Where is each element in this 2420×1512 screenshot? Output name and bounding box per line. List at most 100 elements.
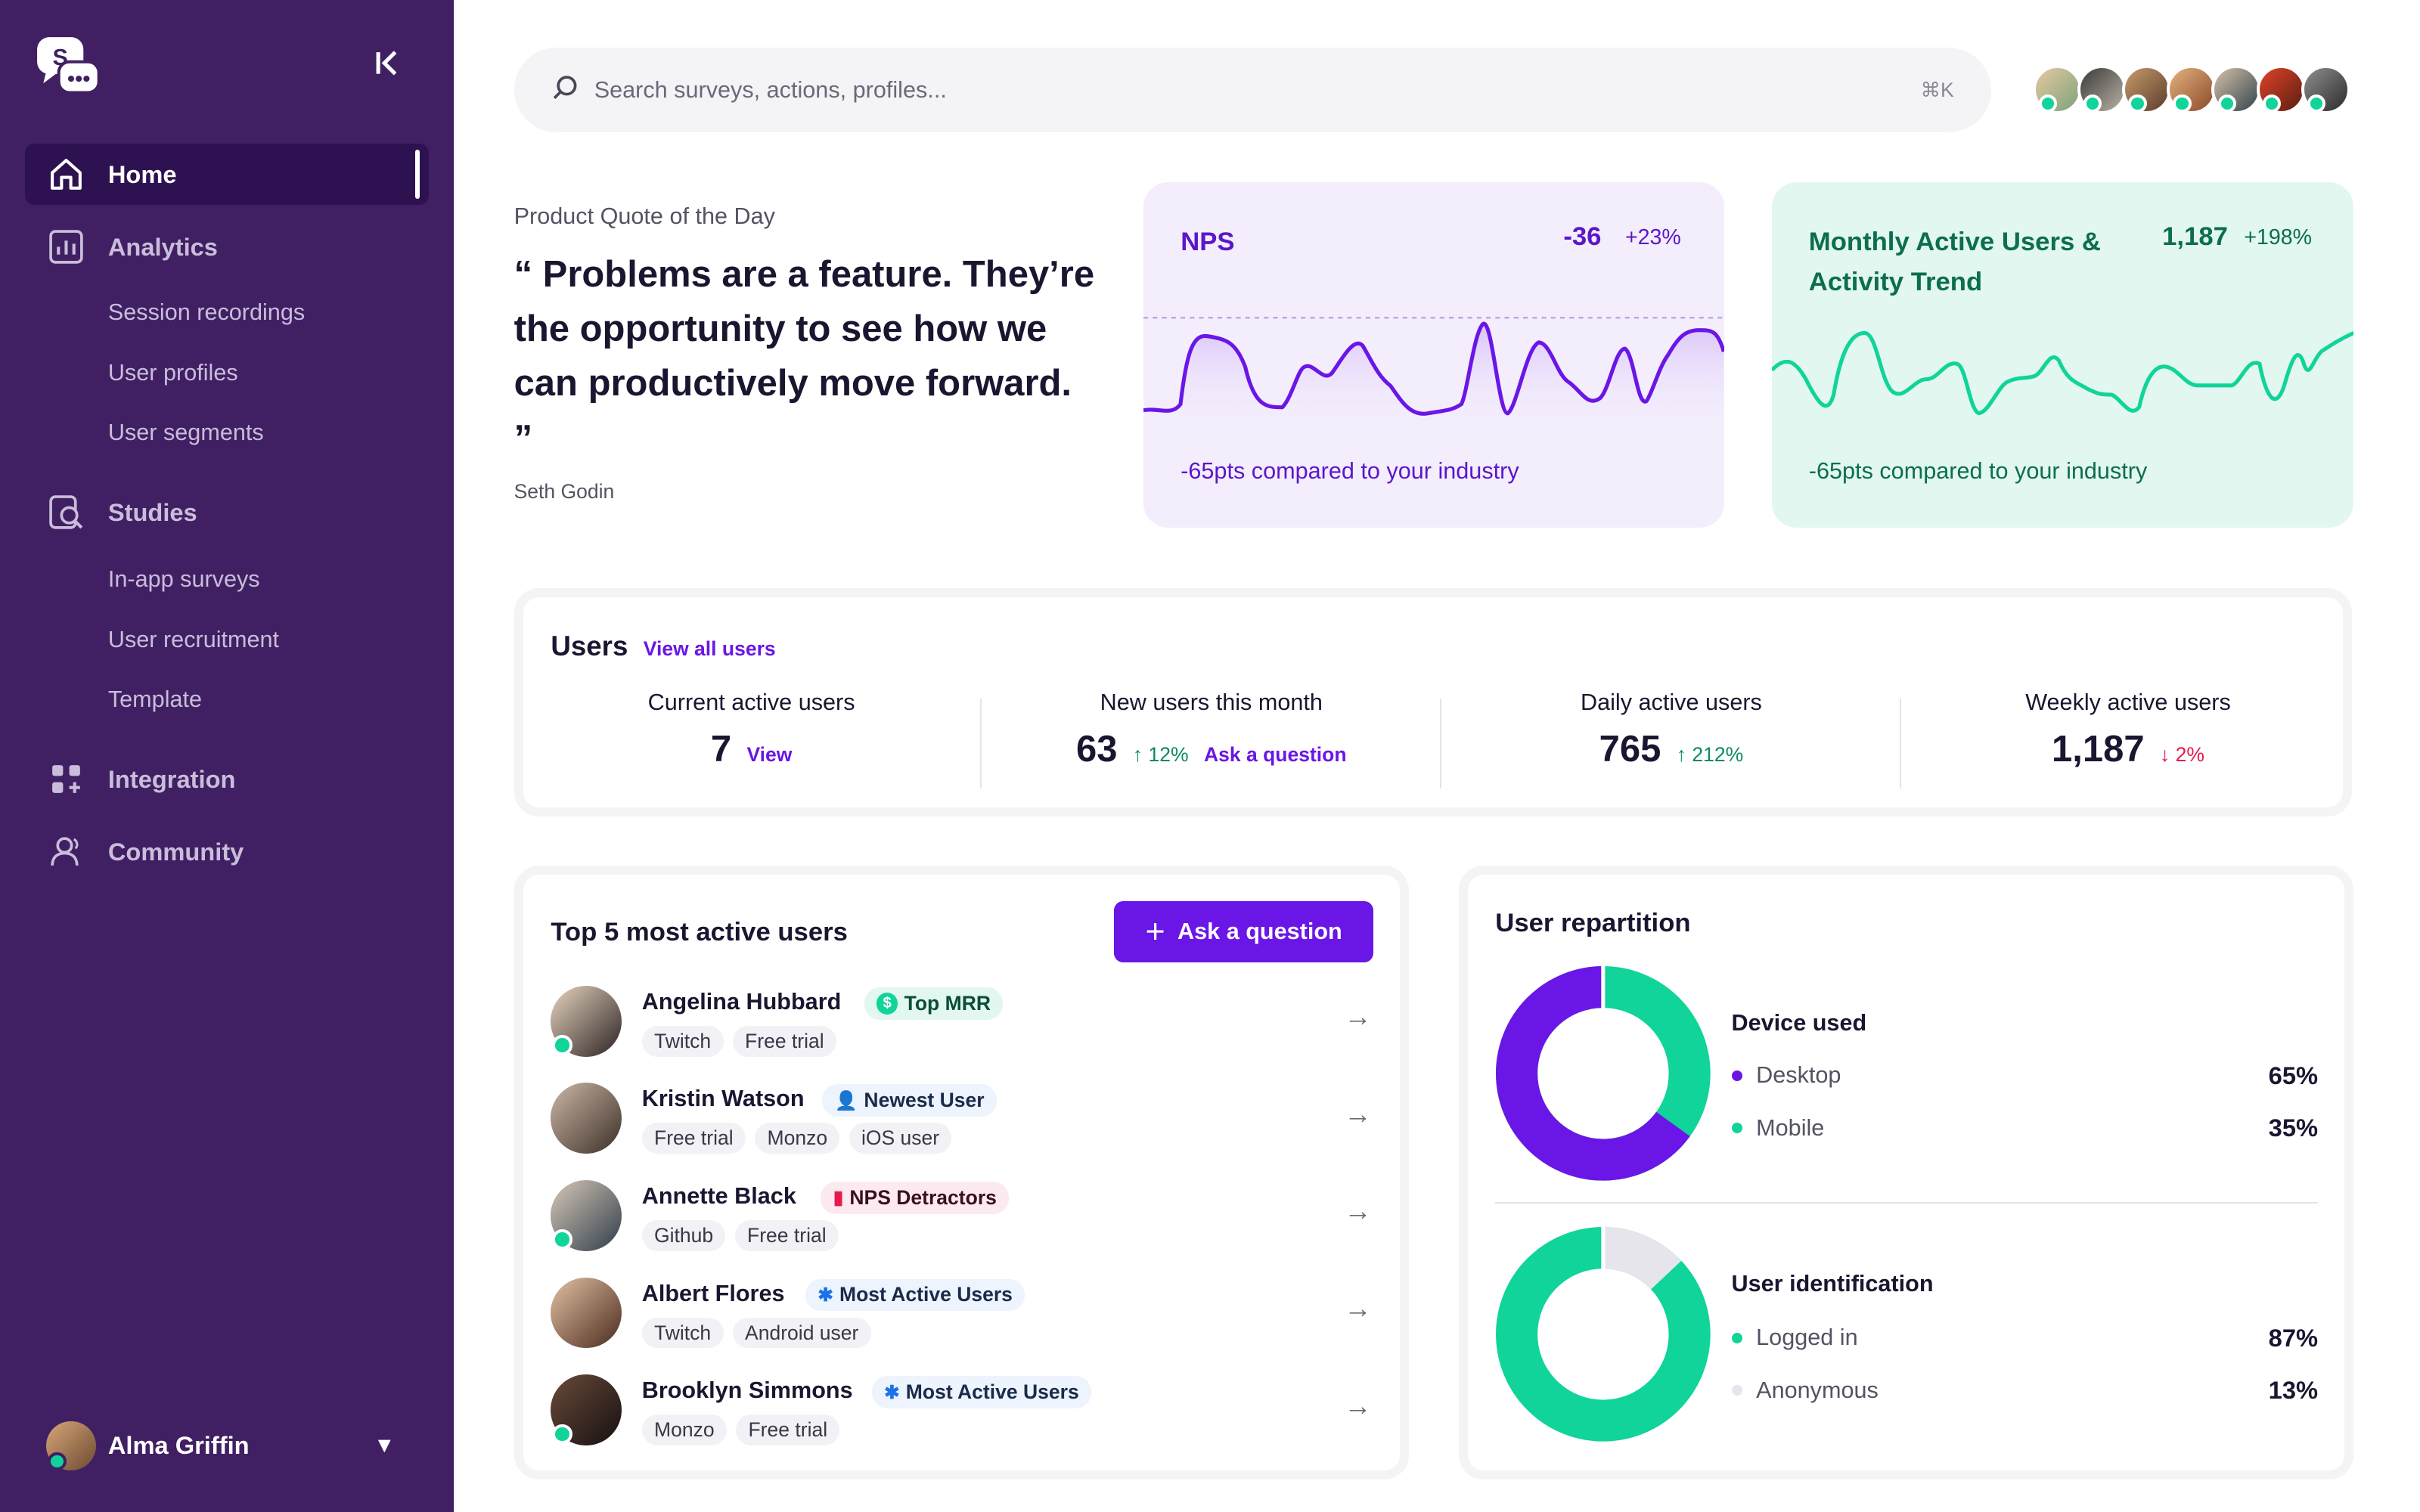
sidebar-sub-in-app-surveys[interactable]: In-app surveys [108,566,260,593]
nps-sparkline [1143,317,1724,429]
stat-label: New users this month [1100,689,1323,715]
users-title: Users [551,631,628,662]
avatar[interactable] [2077,64,2127,114]
tag: Monzo [755,1123,840,1154]
sidebar-sub-user-profiles[interactable]: User profiles [108,360,238,386]
studies-icon [46,492,86,532]
search-shortcut: ⌘K [1920,78,1954,101]
divider [979,699,982,789]
list-item[interactable]: Albert Flores ✱ Most Active Users Twitch A… [551,1277,1372,1355]
user-profile-menu[interactable]: Alma Griffin ▼ [46,1420,417,1472]
sidebar-sub-session-recordings[interactable]: Session recordings [108,299,305,326]
badge-most-active-users: ✱ Most Active Users [871,1376,1091,1408]
legend-dot [1731,1070,1742,1081]
mau-value: 1,187 [2162,222,2228,251]
tag: iOS user [849,1123,952,1154]
arrow-right-icon[interactable]: → [1344,1195,1372,1227]
home-icon [46,154,86,194]
stat-value: 765 [1599,729,1661,770]
nps-change: +23% [1624,225,1681,249]
nps-footer: -65pts compared to your industry [1181,458,1519,485]
sidebar-item-integration[interactable]: Integration [25,748,430,810]
repartition-title: User repartition [1495,908,1691,937]
sidebar-item-label: Community [107,837,244,866]
legend-label: Logged in [1756,1325,1858,1351]
nps-title: NPS [1181,227,1235,256]
badge-label: Most Active Users [839,1283,1013,1306]
mau-card[interactable]: Monthly Active Users & Activity Trend 1,… [1771,181,2354,528]
sidebar-sub-template[interactable]: Template [108,686,202,713]
badge-label: NPS Detractors [849,1185,997,1209]
legend-value: 13% [2268,1376,2319,1405]
stat-value: 7 [710,729,732,770]
mau-change: +198% [2244,225,2313,249]
analytics-icon [46,227,86,267]
avatar[interactable] [2122,64,2172,114]
avatar [551,1277,622,1349]
search-placeholder: Search surveys, actions, profiles... [594,76,947,103]
legend-dot [1731,1332,1742,1343]
quote-author: Seth Godin [513,479,615,503]
stat-label: Weekly active users [2025,689,2231,715]
ask-question-link[interactable]: Ask a question [1204,743,1347,767]
sidebar-item-label: Integration [107,764,236,793]
view-all-users-link[interactable]: View all users [644,637,776,661]
legend-dot [1731,1123,1742,1134]
stat-label: Daily active users [1580,689,1762,715]
user-repartition-card: User repartition Device used Desktop 65%… [1458,865,2354,1480]
quote-label: Product Quote of the Day [513,203,775,230]
avatar[interactable] [2211,64,2261,114]
tag: Monzo [641,1414,727,1445]
arrow-right-icon[interactable]: → [1344,1098,1372,1130]
legend-label: Mobile [1756,1114,1825,1141]
legend-anonymous: Anonymous 13% [1731,1376,2319,1405]
svg-text:S: S [52,45,67,70]
sidebar-item-label: Home [107,160,177,188]
nps-card[interactable]: NPS -36 +23% -65pts compared to your ind… [1143,181,1724,528]
sidebar-item-label: Studies [107,497,197,526]
plus-icon: + [1145,911,1165,950]
team-avatars[interactable] [2032,64,2351,114]
sidebar-item-home[interactable]: Home [24,143,430,206]
stat-weekly-active-users: Weekly active users 1,187 ↓ 2% [1900,689,2356,770]
badge-top-mrr: $ Top MRR [864,987,1004,1020]
avatar[interactable] [2301,64,2351,114]
list-item[interactable]: Kristin Watson 👤 Newest User Free trial Mo… [551,1083,1372,1160]
search-input[interactable]: Search surveys, actions, profiles... ⌘K [513,48,1991,133]
chevron-down-icon[interactable]: ▼ [374,1433,395,1458]
avatar [551,985,622,1057]
profile-name: Alma Griffin [107,1431,250,1460]
sidebar-item-community[interactable]: Community [25,821,430,883]
sidebar: S Home Analytics Session recordings User… [0,0,454,1512]
ask-question-button[interactable]: + Ask a question [1114,900,1374,963]
users-card: Users View all users Current active user… [513,587,2356,816]
list-item[interactable]: Brooklyn Simmons ✱ Most Active Users Monz… [551,1374,1372,1452]
collapse-sidebar-icon[interactable] [371,49,405,83]
app-logo[interactable]: S [34,34,102,99]
sidebar-item-analytics[interactable]: Analytics [25,216,430,278]
ask-question-label: Ask a question [1177,918,1342,944]
tag: Free trial [732,1025,836,1057]
integration-icon [46,759,86,799]
stat-change-down: ↓ 2% [2160,743,2204,767]
legend-label: Anonymous [1756,1377,1879,1403]
user-name: Kristin Watson [641,1086,805,1112]
avatar[interactable] [2167,64,2217,114]
sidebar-sub-user-segments[interactable]: User segments [108,420,264,446]
identification-donut-chart [1496,1226,1711,1442]
identification-title: User identification [1731,1271,1934,1297]
list-item[interactable]: Annette Black ▮ NPS Detractors Github Free… [551,1179,1372,1257]
avatar[interactable] [2256,64,2306,114]
top-users-card: Top 5 most active users + Ask a question… [513,865,1410,1480]
arrow-right-icon[interactable]: → [1344,1293,1372,1325]
sidebar-sub-user-recruitment[interactable]: User recruitment [108,627,279,653]
tag: Free trial [736,1414,840,1445]
sidebar-item-studies[interactable]: Studies [25,482,430,544]
arrow-right-icon[interactable]: → [1344,1001,1372,1033]
view-link[interactable]: View [746,743,792,767]
legend-mobile: Mobile 35% [1731,1114,2319,1142]
list-item[interactable]: Angelina Hubbard $ Top MRR Twitch Free tri… [551,985,1372,1063]
legend-value: 35% [2268,1114,2319,1142]
avatar[interactable] [2032,64,2083,114]
arrow-right-icon[interactable]: → [1344,1390,1372,1422]
